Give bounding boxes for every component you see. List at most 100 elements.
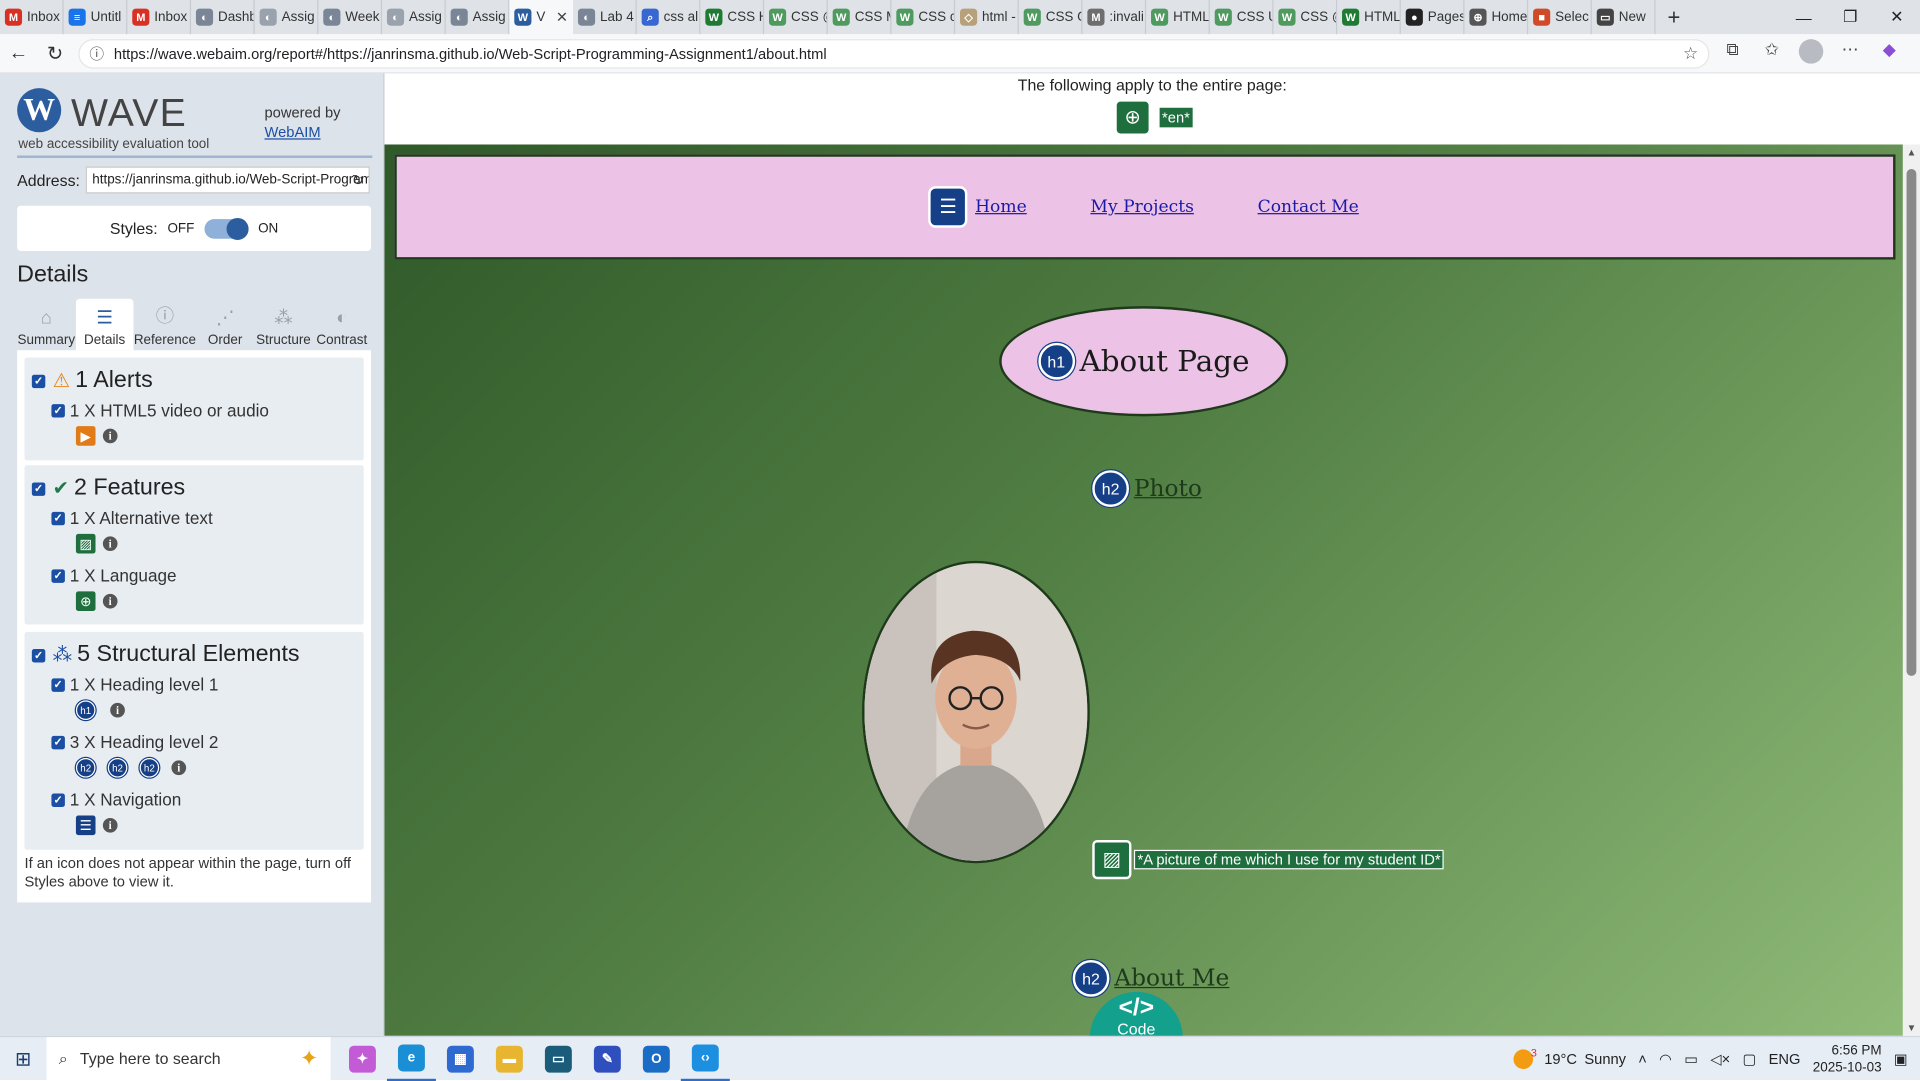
navigation-icon[interactable]: ☰ xyxy=(75,815,96,836)
browser-tab[interactable]: ■ Selec xyxy=(1528,0,1592,35)
info-icon[interactable]: i xyxy=(102,817,118,833)
browser-tab[interactable]: ◐ Dashb xyxy=(191,0,255,35)
favorite-star-icon[interactable]: ☆ xyxy=(1683,43,1698,64)
info-icon[interactable]: i xyxy=(110,702,125,718)
maximize-button[interactable]: ❐ xyxy=(1827,0,1874,34)
taskbar-app-edge[interactable]: e xyxy=(386,1037,436,1081)
browser-tab[interactable]: ◐ Lab 4 xyxy=(573,0,637,35)
nav-link-home[interactable]: Home xyxy=(975,197,1027,217)
browser-tab[interactable]: WCSS G xyxy=(1019,0,1083,35)
tab-reference[interactable]: ⓘ Reference xyxy=(134,299,196,350)
profile-icon[interactable] xyxy=(1798,39,1825,67)
close-tab-icon[interactable]: ✕ xyxy=(556,9,568,26)
browser-tab[interactable]: M Inbox xyxy=(127,0,192,35)
volume-mute-icon[interactable]: ◁× xyxy=(1710,1050,1730,1067)
clock[interactable]: 6:56 PM 2025-10-03 xyxy=(1813,1041,1882,1075)
h1-badge-icon[interactable]: h1 xyxy=(75,700,96,721)
new-tab-button[interactable]: + xyxy=(1656,0,1693,34)
browser-tab[interactable]: ◐ Assig xyxy=(446,0,510,35)
taskbar-app-explorer[interactable]: ▬ xyxy=(485,1037,534,1081)
browser-tab[interactable]: ◇ html - xyxy=(955,0,1019,35)
windows-start-icon[interactable]: ⊞ xyxy=(0,1046,47,1070)
reload-report-icon[interactable]: ↻ xyxy=(352,171,364,188)
alt-image-icon[interactable]: ▨ xyxy=(75,533,96,554)
browser-tab[interactable]: ◐ Assig xyxy=(255,0,319,35)
address-value[interactable]: https://janrinsma.github.io/Web-Script-P… xyxy=(92,173,369,188)
refresh-icon[interactable]: ↻ xyxy=(37,41,74,65)
search-placeholder[interactable]: Type here to search xyxy=(80,1049,221,1067)
info-icon[interactable]: i xyxy=(171,760,187,776)
taskbar-app-vscode[interactable]: ‹› xyxy=(680,1037,730,1081)
scroll-down-arrow-icon[interactable]: ▼ xyxy=(1903,1022,1920,1033)
minimize-button[interactable]: — xyxy=(1780,0,1827,34)
wifi-icon[interactable]: ◠ xyxy=(1659,1050,1672,1067)
code-button[interactable]: </> Code xyxy=(1089,991,1183,1036)
taskbar-app-copilot[interactable]: ✦ xyxy=(338,1037,387,1081)
copilot-icon[interactable]: ◆ xyxy=(1876,39,1903,67)
taskbar-app-store[interactable]: ▦ xyxy=(436,1037,485,1081)
taskbar-app-outlook[interactable]: O xyxy=(632,1037,681,1081)
browser-tab[interactable]: WCSS @ xyxy=(764,0,828,35)
alerts-checkbox[interactable]: ✓ xyxy=(31,374,46,388)
structural-checkbox[interactable]: ✓ xyxy=(31,648,46,662)
url-bar[interactable]: ⓘ https://wave.webaim.org/report#/https:… xyxy=(78,38,1710,68)
h2-badge-icon[interactable]: h2 xyxy=(107,757,128,778)
features-checkbox[interactable]: ✓ xyxy=(31,481,46,496)
browser-tab[interactable]: ▭ New xyxy=(1592,0,1656,35)
browser-tab[interactable]: ⌕ css al xyxy=(637,0,701,35)
alt-text-image-icon[interactable]: ▨ xyxy=(1092,840,1132,880)
browser-tab[interactable]: ● Pages xyxy=(1401,0,1465,35)
language-globe-icon[interactable]: ⊕ xyxy=(75,591,96,612)
browser-tab[interactable]: W V ✕ xyxy=(509,0,574,35)
heading2-checkbox[interactable]: ✓ xyxy=(51,735,65,749)
browser-tab[interactable]: ◐ Assig xyxy=(382,0,446,35)
page-scrollbar[interactable]: ▲ ▼ xyxy=(1902,144,1920,1036)
nav-link-contact[interactable]: Contact Me xyxy=(1258,197,1359,217)
url-text[interactable]: https://wave.webaim.org/report#/https://… xyxy=(114,45,827,62)
browser-tab[interactable]: W HTML xyxy=(1337,0,1401,35)
browser-tab[interactable]: M:invali xyxy=(1082,0,1147,35)
html5-media-checkbox[interactable]: ✓ xyxy=(51,403,65,417)
h2-badge-icon[interactable]: h2 xyxy=(1092,470,1129,507)
nav-link-projects[interactable]: My Projects xyxy=(1090,197,1193,217)
browser-tab[interactable]: ≡ Untitl xyxy=(64,0,128,35)
alt-text-checkbox[interactable]: ✓ xyxy=(51,511,65,525)
taskbar-app-sketch[interactable]: ✎ xyxy=(583,1037,632,1081)
browser-tab[interactable]: W CSS c xyxy=(891,0,956,35)
browser-tab[interactable]: WCSS @ xyxy=(1273,0,1338,35)
tab-details[interactable]: ☰ Details xyxy=(75,298,134,351)
html5-video-icon[interactable]: ▶ xyxy=(75,426,96,446)
close-window-button[interactable]: ✕ xyxy=(1873,0,1920,34)
info-icon[interactable]: i xyxy=(102,593,118,609)
heading1-checkbox[interactable]: ✓ xyxy=(51,677,65,692)
browser-tab[interactable]: M Inbox xyxy=(0,0,64,35)
language-globe-icon[interactable]: ⊕ xyxy=(1116,101,1149,134)
h1-badge-icon[interactable]: h1 xyxy=(1037,342,1075,380)
navigation-icon[interactable]: ☰ xyxy=(930,188,966,226)
tab-contrast[interactable]: ◐ Contrast xyxy=(313,299,371,350)
language-checkbox[interactable]: ✓ xyxy=(51,568,65,583)
extensions-icon[interactable]: ⧉ xyxy=(1719,39,1746,67)
browser-tab[interactable]: WCSS M xyxy=(828,0,892,35)
address-input[interactable]: https://janrinsma.github.io/Web-Script-P… xyxy=(86,166,371,194)
taskbar-search[interactable]: ⌕ Type here to search ✦ xyxy=(46,1036,331,1081)
scroll-up-arrow-icon[interactable]: ▲ xyxy=(1903,147,1920,158)
favorites-icon[interactable]: ✩ xyxy=(1758,39,1785,67)
taskbar-app-terminal[interactable]: ▭ xyxy=(534,1037,583,1081)
h2-badge-icon[interactable]: h2 xyxy=(1072,960,1110,997)
browser-tab[interactable]: ⊕ Home xyxy=(1465,0,1529,35)
browser-tab[interactable]: WCSS U xyxy=(1210,0,1274,35)
site-info-icon[interactable]: ⓘ xyxy=(89,43,104,64)
h2-badge-icon[interactable]: h2 xyxy=(75,757,96,778)
navigation-checkbox[interactable]: ✓ xyxy=(51,792,65,807)
input-language[interactable]: ENG xyxy=(1769,1050,1801,1067)
info-icon[interactable]: i xyxy=(102,536,118,552)
tab-structure[interactable]: ⁂ Structure xyxy=(254,299,312,350)
tab-summary[interactable]: ⌂ Summary xyxy=(17,299,75,350)
browser-tab[interactable]: W HTML xyxy=(1146,0,1210,35)
back-arrow-icon[interactable]: ← xyxy=(0,42,37,64)
h2-badge-icon[interactable]: h2 xyxy=(139,757,160,778)
more-options-icon[interactable]: ⋯ xyxy=(1837,39,1864,67)
notifications-icon[interactable]: ▣ xyxy=(1894,1050,1908,1067)
styles-toggle-switch[interactable] xyxy=(204,217,249,240)
